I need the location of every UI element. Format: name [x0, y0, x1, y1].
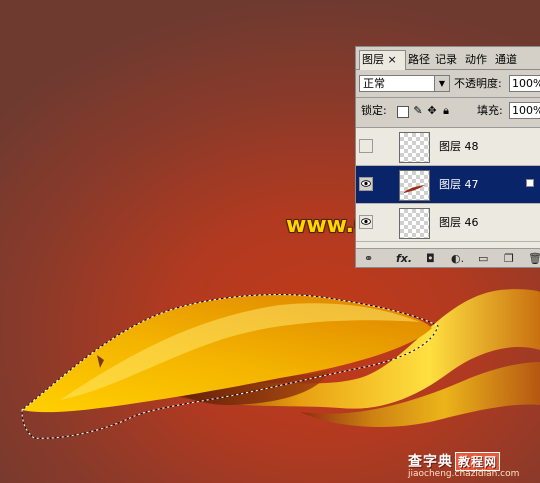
- new-layer-icon[interactable]: ❐: [504, 252, 514, 266]
- eye-icon: [361, 218, 371, 225]
- blend-mode-value: 正常: [363, 77, 385, 90]
- layer-thumbnail: [399, 170, 430, 201]
- opacity-label: 不透明度:: [454, 77, 502, 90]
- layer-name: 图层 46: [439, 216, 479, 229]
- lock-transparency-icon[interactable]: [397, 106, 409, 118]
- adjustment-icon[interactable]: ◐.: [451, 252, 464, 266]
- panel-tabs: 图层 × 路径 记录 动作 通道: [356, 47, 540, 70]
- layers-panel: 图层 × 路径 记录 动作 通道 正常 ▼ 不透明度: 100% 锁定: ✎ ✥…: [355, 46, 540, 268]
- blend-mode-select[interactable]: 正常 ▼: [359, 75, 450, 92]
- layer-row[interactable]: 图层 48: [356, 128, 540, 166]
- tab-channels[interactable]: 通道: [493, 51, 519, 69]
- tab-close-icon[interactable]: ×: [388, 53, 397, 66]
- fx-icon[interactable]: fx.: [396, 252, 412, 266]
- fill-label: 填充:: [477, 104, 503, 117]
- tab-history[interactable]: 记录: [433, 51, 459, 69]
- layer-mask-indicator-icon: [526, 179, 534, 187]
- tab-paths[interactable]: 路径: [406, 51, 432, 69]
- layer-list: 图层 48 图层 47 图层 46: [356, 127, 540, 249]
- divider: [356, 97, 540, 98]
- lock-all-icon[interactable]: 🔒︎: [440, 105, 452, 117]
- mask-icon[interactable]: ◘: [426, 252, 435, 266]
- site-stamp: 查字典 教程网 jiaocheng.chazidian.com: [408, 451, 532, 481]
- layer-row-selected[interactable]: 图层 47: [356, 166, 540, 204]
- tab-layers[interactable]: 图层 ×: [359, 50, 406, 70]
- eye-icon: [361, 180, 371, 187]
- tab-layers-label: 图层: [362, 53, 384, 66]
- blend-row: 正常 ▼ 不透明度: 100%: [356, 71, 540, 95]
- trash-icon[interactable]: 🗑: [528, 252, 540, 266]
- layer-thumb-art: [404, 185, 425, 193]
- layer-row[interactable]: 图层 46: [356, 204, 540, 242]
- link-icon[interactable]: ⚭: [364, 252, 373, 266]
- group-icon[interactable]: ▭: [478, 252, 488, 266]
- layer-thumbnail: [399, 208, 430, 239]
- fill-field[interactable]: 100%: [509, 102, 540, 119]
- layer-thumbnail: [399, 132, 430, 163]
- visibility-toggle[interactable]: [359, 139, 373, 153]
- panel-bottom-toolbar: ⚭ fx. ◘ ◐. ▭ ❐ 🗑: [356, 248, 540, 267]
- layer-name: 图层 48: [439, 140, 479, 153]
- tab-actions[interactable]: 动作: [463, 51, 489, 69]
- stamp-title: 查字典: [408, 454, 453, 470]
- visibility-toggle[interactable]: [359, 177, 373, 191]
- stamp-url: jiaocheng.chazidian.com: [408, 469, 520, 479]
- visibility-toggle[interactable]: [359, 215, 373, 229]
- lock-move-icon[interactable]: ✥: [426, 105, 438, 117]
- layer-name: 图层 47: [439, 178, 479, 191]
- lock-brush-icon[interactable]: ✎: [412, 105, 424, 117]
- lock-label: 锁定:: [361, 104, 387, 117]
- chevron-down-icon[interactable]: ▼: [434, 76, 449, 91]
- opacity-field[interactable]: 100%: [509, 75, 540, 92]
